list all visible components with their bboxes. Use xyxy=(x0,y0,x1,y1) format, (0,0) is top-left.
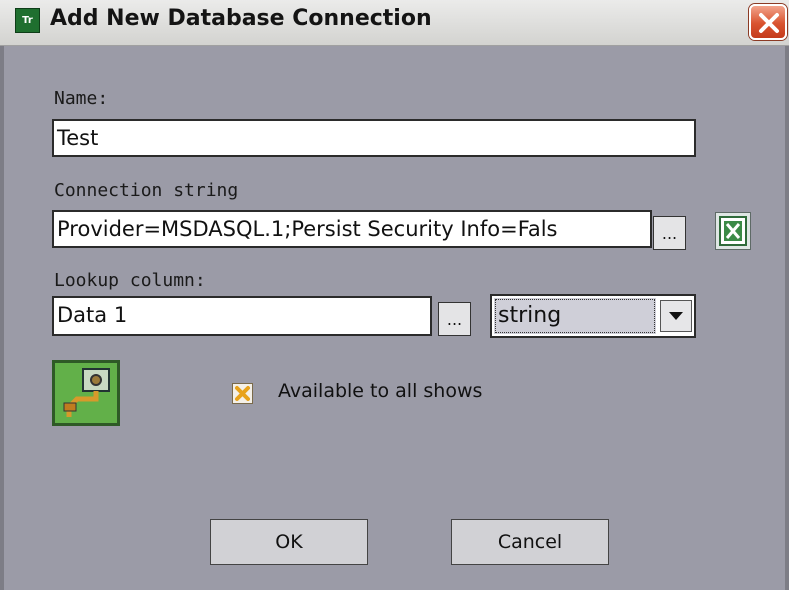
type-select-value: string xyxy=(494,298,656,334)
close-icon xyxy=(759,13,779,33)
excel-button[interactable] xyxy=(715,212,751,250)
name-input[interactable]: Test xyxy=(52,119,696,157)
cancel-button[interactable]: Cancel xyxy=(451,519,609,565)
connection-string-label: Connection string xyxy=(54,180,239,201)
lookup-column-input[interactable]: Data 1 xyxy=(52,296,432,336)
available-label: Available to all shows xyxy=(278,380,483,402)
close-button[interactable] xyxy=(749,4,787,40)
connection-browse-button[interactable]: ... xyxy=(653,216,686,250)
chevron-down-icon xyxy=(669,312,683,320)
name-label: Name: xyxy=(54,88,109,109)
app-icon: Tr xyxy=(15,8,40,33)
test-connection-button[interactable] xyxy=(52,360,120,426)
available-checkbox[interactable] xyxy=(232,383,253,404)
type-select-arrow[interactable] xyxy=(660,300,692,332)
window-title: Add New Database Connection xyxy=(50,6,432,31)
lookup-browse-button[interactable]: ... xyxy=(438,302,471,336)
excel-icon xyxy=(719,216,747,246)
checkmark-icon xyxy=(235,386,250,401)
plug-connect-icon xyxy=(63,368,110,417)
connection-string-input[interactable]: Provider=MSDASQL.1;Persist Security Info… xyxy=(52,210,652,248)
lookup-column-label: Lookup column: xyxy=(54,270,206,291)
type-select[interactable]: string xyxy=(490,294,696,338)
ok-button[interactable]: OK xyxy=(210,519,368,565)
title-bar: Tr Add New Database Connection xyxy=(0,0,789,46)
